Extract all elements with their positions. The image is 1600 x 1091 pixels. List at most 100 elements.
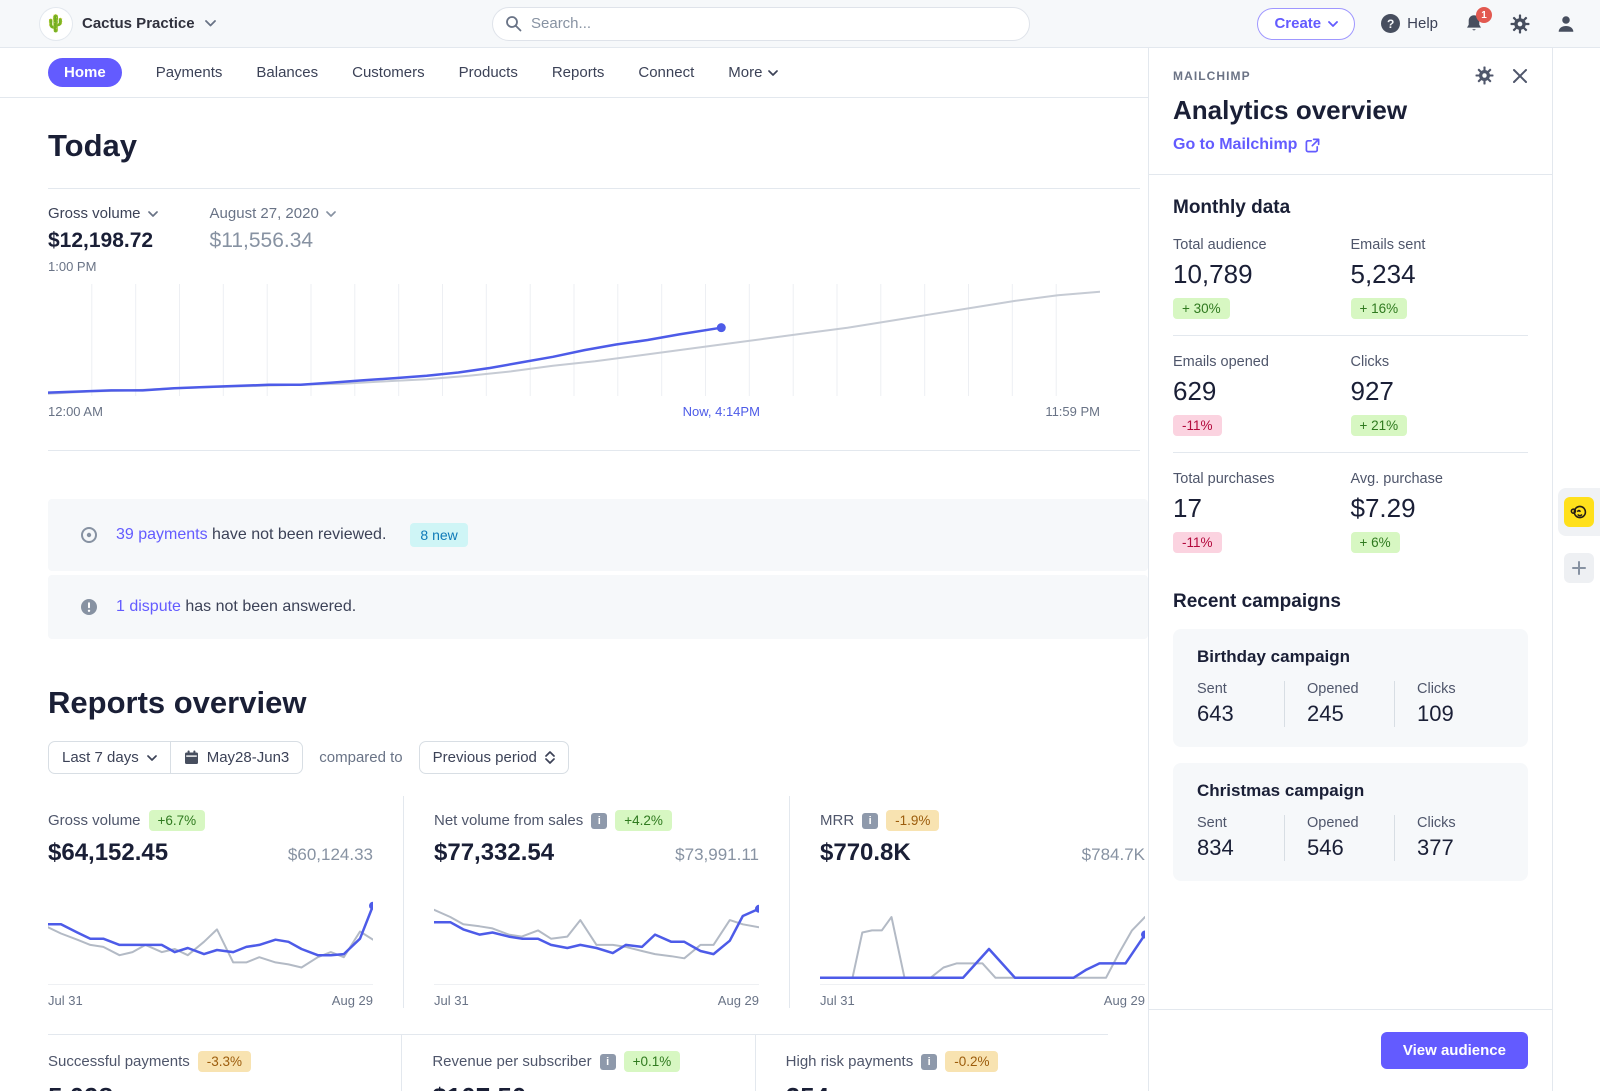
card-compare-value: $784.7K <box>1082 845 1145 865</box>
mailchimp-app-button[interactable] <box>1564 497 1594 527</box>
notice-text: has not been answered. <box>181 598 356 615</box>
x-axis-start-label: Jul 31 <box>48 993 83 1008</box>
metric-row: Total audience 10,789 + 30% Emails sent … <box>1173 219 1528 335</box>
delta-badge: -11% <box>1173 532 1222 553</box>
gross-volume-card[interactable]: Gross volume +6.7% $64,152.45 $60,124.33… <box>48 796 403 1008</box>
compare-date-value: $11,556.34 <box>210 229 336 253</box>
settings-button[interactable] <box>1510 14 1530 34</box>
card-value: $107.50 <box>432 1082 724 1091</box>
metric-value: 5,234 <box>1351 259 1529 290</box>
card-compare-value: $73,991.11 <box>675 845 759 865</box>
metric-value: 17 <box>1173 493 1351 524</box>
delta-badge: -0.2% <box>945 1051 998 1072</box>
main-content: Home Payments Balances Customers Product… <box>0 48 1148 1091</box>
campaign-stat: Clicks 377 <box>1394 815 1504 861</box>
campaign-stat: Opened 546 <box>1284 815 1394 861</box>
create-button[interactable]: Create <box>1257 8 1355 40</box>
today-title: Today <box>48 98 1148 164</box>
card-label: High risk payments <box>786 1053 914 1070</box>
stat-label: Clicks <box>1417 681 1504 697</box>
add-app-button[interactable] <box>1564 553 1594 583</box>
tab-balances[interactable]: Balances <box>256 64 318 81</box>
delta-badge: +0.1% <box>624 1051 681 1072</box>
alert-icon <box>80 598 98 616</box>
card-label: Net volume from sales <box>434 812 583 829</box>
metric-label: Total purchases <box>1173 471 1351 487</box>
christmas-campaign-card[interactable]: Christmas campaign Sent 834 Opened 546 C… <box>1173 763 1528 881</box>
campaign-stat: Sent 643 <box>1197 681 1284 727</box>
metric-value: $7.29 <box>1351 493 1529 524</box>
delta-badge: +6.7% <box>149 810 206 831</box>
x-axis-start-label: 12:00 AM <box>48 404 103 419</box>
app-strip <box>1552 48 1600 1091</box>
search-input[interactable] <box>492 7 1030 41</box>
section-divider <box>48 450 1140 451</box>
question-mark-icon: ? <box>1381 14 1400 33</box>
dispute-link[interactable]: 1 dispute <box>116 598 181 615</box>
comparison-period-select[interactable]: Previous period <box>419 741 569 774</box>
panel-settings-icon[interactable] <box>1475 66 1494 85</box>
metric-value: 629 <box>1173 376 1351 407</box>
person-icon <box>1556 14 1576 34</box>
notifications-button[interactable]: 1 <box>1464 13 1484 34</box>
compared-to-label: compared to <box>319 749 402 766</box>
birthday-campaign-card[interactable]: Birthday campaign Sent 643 Opened 245 Cl… <box>1173 629 1528 747</box>
tab-products[interactable]: Products <box>459 64 518 81</box>
metric-value: 927 <box>1351 376 1529 407</box>
stat-value: 109 <box>1417 701 1504 727</box>
panel-app-name: MAILCHIMP <box>1173 69 1251 83</box>
info-icon: i <box>600 1054 616 1070</box>
gross-volume-metric: Gross volume $12,198.72 1:00 PM <box>48 205 158 274</box>
profile-button[interactable] <box>1556 14 1576 34</box>
mailchimp-icon <box>1567 500 1591 524</box>
mini-chart <box>434 881 759 985</box>
high-risk-payments-card[interactable]: High risk payments i -0.2% 254 <box>755 1034 1108 1091</box>
revenue-per-subscriber-card[interactable]: Revenue per subscriber i +0.1% $107.50 <box>401 1034 754 1091</box>
date-range-dropdown[interactable]: Last 7 days <box>48 741 171 774</box>
stat-value: 245 <box>1307 701 1394 727</box>
payments-review-link[interactable]: 39 payments <box>116 526 208 543</box>
gross-volume-value: $12,198.72 <box>48 229 158 253</box>
gross-volume-selector[interactable]: Gross volume <box>48 205 158 222</box>
x-axis-now-label: Now, 4:14PM <box>683 404 760 419</box>
chevron-down-icon <box>1328 21 1338 27</box>
gear-icon <box>1510 14 1530 34</box>
metric-row: Emails opened 629 -11% Clicks 927 + 21% <box>1173 335 1528 452</box>
delta-badge: + 16% <box>1351 298 1408 319</box>
card-value: 5,098 <box>48 1082 371 1091</box>
mini-chart <box>820 881 1145 985</box>
tab-more[interactable]: More <box>728 64 778 81</box>
tab-home[interactable]: Home <box>48 58 122 87</box>
help-button[interactable]: ? Help <box>1381 14 1438 33</box>
go-to-mailchimp-link[interactable]: Go to Mailchimp <box>1173 136 1528 154</box>
card-label: Gross volume <box>48 812 141 829</box>
tab-reports[interactable]: Reports <box>552 64 605 81</box>
gross-volume-time: 1:00 PM <box>48 259 158 274</box>
mrr-card[interactable]: MRR i -1.9% $770.8K $784.7K Jul 31 Aug 2… <box>789 796 1145 1008</box>
view-audience-button[interactable]: View audience <box>1381 1032 1528 1069</box>
metric-label: Clicks <box>1351 354 1529 370</box>
stat-label: Opened <box>1307 681 1394 697</box>
successful-payments-card[interactable]: Successful payments -3.3% 5,098 <box>48 1034 401 1091</box>
monthly-data-title: Monthly data <box>1173 197 1528 219</box>
chevron-down-icon <box>768 70 778 76</box>
stat-label: Sent <box>1197 815 1284 831</box>
compare-date-selector[interactable]: August 27, 2020 <box>210 205 336 222</box>
stat-label: Sent <box>1197 681 1284 697</box>
search-icon <box>505 15 522 32</box>
metric-value: 10,789 <box>1173 259 1351 290</box>
tab-connect[interactable]: Connect <box>638 64 694 81</box>
card-value: $77,332.54 <box>434 839 554 867</box>
account-switcher[interactable]: 🌵 Cactus Practice <box>40 8 216 40</box>
recent-campaigns-title: Recent campaigns <box>1173 591 1528 613</box>
net-volume-card[interactable]: Net volume from sales i +4.2% $77,332.54… <box>403 796 789 1008</box>
metric-label: Emails opened <box>1173 354 1351 370</box>
campaign-stat: Clicks 109 <box>1394 681 1504 727</box>
dispute-notice: 1 dispute has not been answered. <box>48 575 1148 639</box>
delta-badge: -1.9% <box>886 810 939 831</box>
date-range-picker[interactable]: May28-Jun3 <box>171 741 304 774</box>
panel-close-icon[interactable] <box>1512 68 1528 84</box>
tab-customers[interactable]: Customers <box>352 64 425 81</box>
stat-value: 834 <box>1197 835 1284 861</box>
tab-payments[interactable]: Payments <box>156 64 223 81</box>
